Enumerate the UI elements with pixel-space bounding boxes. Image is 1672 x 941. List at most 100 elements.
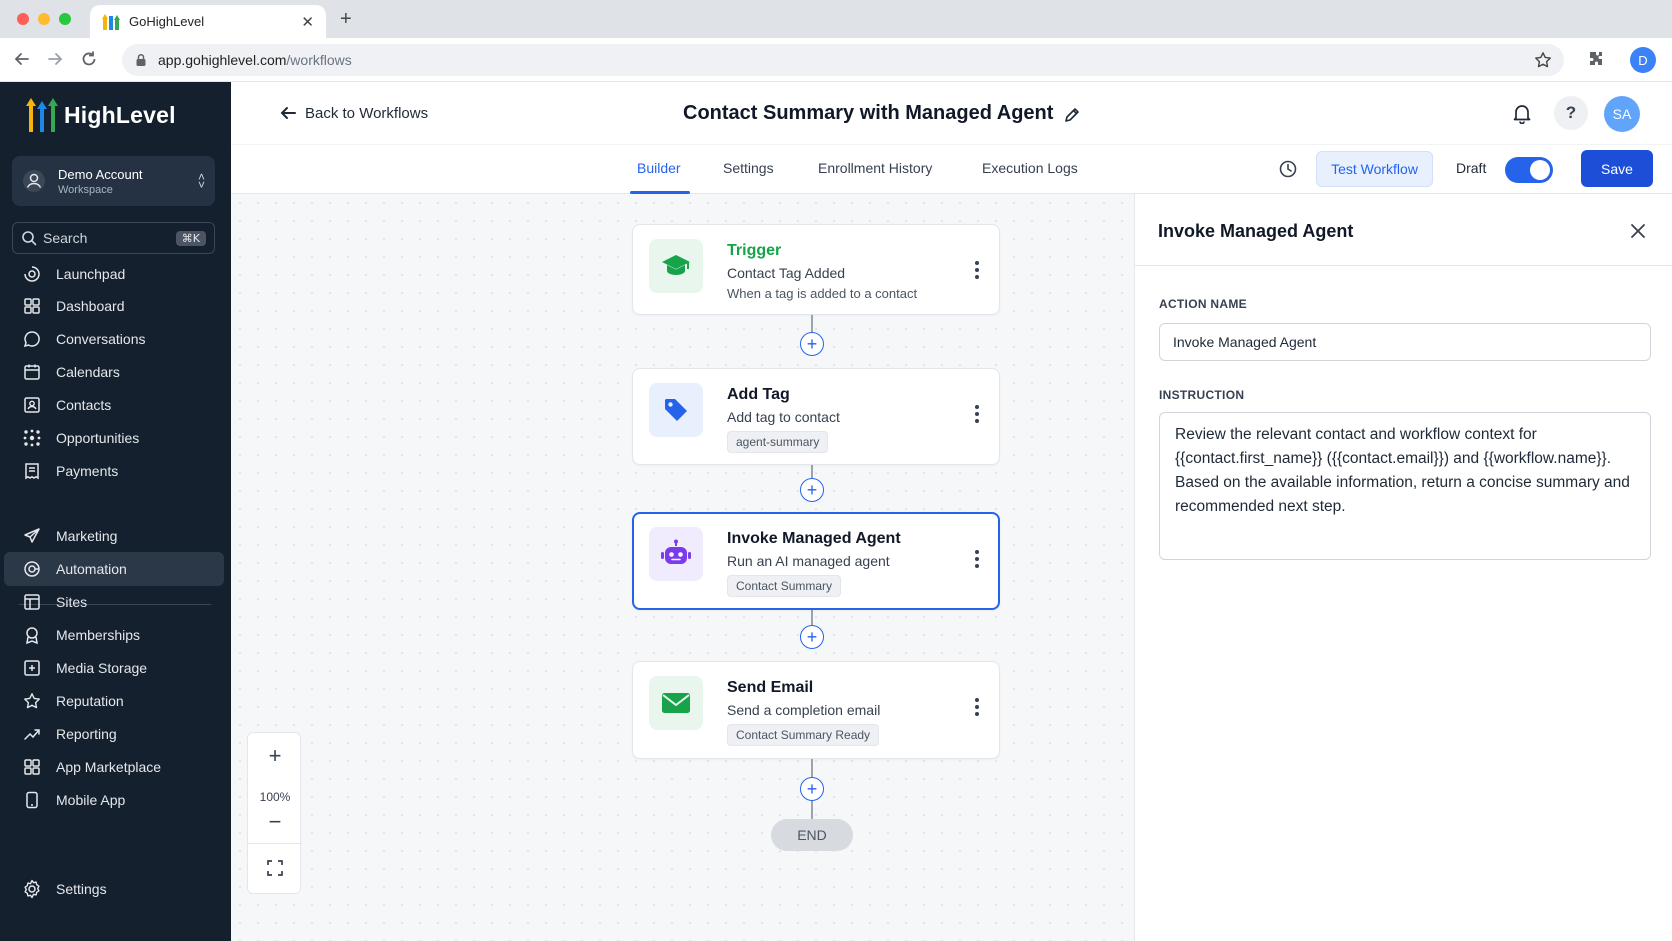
sidebar-item-media-storage[interactable]: Media Storage: [4, 651, 224, 685]
sidebar-item-label: Contacts: [56, 397, 112, 413]
test-workflow-button[interactable]: Test Workflow: [1316, 151, 1433, 187]
question-icon: ?: [1565, 103, 1577, 122]
add-tag-node[interactable]: Add Tag Add tag to contact agent-summary: [632, 368, 1000, 465]
action-name-input[interactable]: [1159, 323, 1651, 361]
sidebar: HighLevel Demo Account Workspace ˄ ˅ Sear…: [0, 82, 231, 941]
mail-icon: [649, 676, 703, 730]
tab-execution-logs[interactable]: Execution Logs: [982, 160, 1078, 176]
extensions-puzzle-icon[interactable]: [1586, 49, 1606, 69]
brand-name: HighLevel: [64, 101, 176, 128]
browser-tab[interactable]: GoHighLevel ✕: [90, 5, 326, 38]
more-options-icon[interactable]: [975, 550, 979, 568]
node-subtitle: Run an AI managed agent: [727, 553, 890, 569]
chat-icon: [22, 329, 42, 349]
new-tab-icon[interactable]: +: [340, 8, 352, 31]
send-icon: [22, 526, 42, 546]
highlevel-logo-icon: [26, 98, 58, 132]
user-avatar[interactable]: SA: [1604, 96, 1640, 132]
sidebar-item-mobile-app[interactable]: Mobile App: [4, 783, 224, 817]
publish-toggle[interactable]: [1505, 157, 1553, 183]
sidebar-item-label: Launchpad: [56, 266, 126, 282]
automation-icon: [22, 559, 42, 579]
chevron-updown-icon: ˄ ˅: [197, 170, 205, 192]
clock-history-icon[interactable]: [1278, 159, 1298, 179]
sidebar-item-sites[interactable]: Sites: [4, 585, 224, 619]
node-subtitle: Add tag to contact: [727, 409, 840, 425]
add-step-button[interactable]: +: [800, 625, 824, 649]
tag-chip: agent-summary: [727, 431, 829, 453]
tab-builder[interactable]: Builder: [637, 160, 681, 176]
sidebar-search[interactable]: Search ⌘K: [12, 222, 215, 254]
close-window-button[interactable]: [17, 13, 29, 25]
sidebar-item-label: Memberships: [56, 627, 141, 643]
zoom-out-button[interactable]: −: [248, 809, 302, 835]
tab-close-icon[interactable]: ✕: [301, 13, 314, 31]
back-to-workflows-link[interactable]: Back to Workflows: [279, 104, 428, 122]
fit-screen-icon[interactable]: [266, 859, 284, 877]
sidebar-item-marketing[interactable]: Marketing: [4, 519, 224, 553]
sidebar-item-label: Reputation: [56, 693, 124, 709]
sidebar-item-label: Dashboard: [56, 298, 125, 314]
trigger-node[interactable]: Trigger Contact Tag Added When a tag is …: [632, 224, 1000, 315]
contacts-icon: [22, 395, 42, 415]
star-icon: [22, 691, 42, 711]
url-field[interactable]: app.gohighlevel.com/workflows: [122, 44, 1564, 76]
tab-enrollment-history[interactable]: Enrollment History: [818, 160, 932, 176]
calendar-icon: [22, 362, 42, 382]
sidebar-item-label: Automation: [56, 561, 127, 577]
node-title: Add Tag: [727, 386, 790, 403]
more-options-icon[interactable]: [975, 405, 979, 423]
highlevel-logo-icon: [102, 13, 120, 30]
add-step-button[interactable]: +: [800, 332, 824, 356]
minimize-window-button[interactable]: [38, 13, 50, 25]
address-bar: app.gohighlevel.com/workflows D: [0, 38, 1672, 82]
instruction-textarea[interactable]: Review the relevant contact and workflow…: [1159, 412, 1651, 560]
opportunities-icon: [22, 428, 42, 448]
add-step-button[interactable]: +: [800, 777, 824, 801]
more-options-icon[interactable]: [975, 698, 979, 716]
zoom-divider: [248, 843, 302, 844]
close-icon[interactable]: [1629, 222, 1647, 240]
sidebar-item-label: App Marketplace: [56, 759, 162, 775]
node-title: Trigger: [727, 242, 782, 259]
sidebar-item-calendars[interactable]: Calendars: [4, 355, 224, 389]
sidebar-item-label: Media Storage: [56, 660, 148, 676]
invoke-managed-agent-node[interactable]: Invoke Managed Agent Run an AI managed a…: [632, 512, 1000, 610]
sidebar-item-memberships[interactable]: Memberships: [4, 618, 224, 652]
sites-icon: [22, 592, 42, 612]
email-chip: Contact Summary Ready: [727, 724, 880, 746]
send-email-node[interactable]: Send Email Send a completion email Conta…: [632, 661, 1000, 759]
sidebar-item-reputation[interactable]: Reputation: [4, 684, 224, 718]
account-switcher[interactable]: Demo Account Workspace ˄ ˅: [12, 156, 215, 206]
sidebar-item-reporting[interactable]: Reporting: [4, 717, 224, 751]
sidebar-item-automation[interactable]: Automation: [4, 552, 224, 586]
sidebar-item-settings[interactable]: Settings: [4, 872, 224, 906]
sidebar-item-label: Calendars: [56, 364, 120, 380]
help-button[interactable]: ?: [1554, 96, 1588, 130]
sidebar-item-launchpad[interactable]: Launchpad: [4, 257, 224, 291]
sidebar-item-conversations[interactable]: Conversations: [4, 322, 224, 356]
forward-arrow-icon[interactable]: [44, 48, 66, 70]
sidebar-item-label: Payments: [56, 463, 119, 479]
edit-pencil-icon[interactable]: [1063, 106, 1081, 124]
node-subtitle: Send a completion email: [727, 702, 881, 718]
save-button[interactable]: Save: [1581, 150, 1653, 187]
sidebar-item-payments[interactable]: Payments: [4, 454, 224, 488]
bell-icon[interactable]: [1511, 102, 1533, 124]
zoom-in-button[interactable]: +: [248, 743, 302, 769]
sidebar-item-contacts[interactable]: Contacts: [4, 388, 224, 422]
maximize-window-button[interactable]: [59, 13, 71, 25]
reload-icon[interactable]: [78, 48, 100, 70]
browser-profile-avatar[interactable]: D: [1630, 47, 1656, 73]
sidebar-item-opportunities[interactable]: Opportunities: [4, 421, 224, 455]
tab-settings[interactable]: Settings: [723, 160, 774, 176]
bookmark-star-icon[interactable]: [1534, 51, 1552, 69]
back-arrow-icon[interactable]: [11, 48, 33, 70]
sidebar-item-app-marketplace[interactable]: App Marketplace: [4, 750, 224, 784]
more-options-icon[interactable]: [975, 261, 979, 279]
brand-logo[interactable]: HighLevel: [26, 98, 176, 132]
workflow-canvas[interactable]: Trigger Contact Tag Added When a tag is …: [231, 194, 1134, 941]
arrow-left-icon: [280, 107, 296, 119]
sidebar-item-dashboard[interactable]: Dashboard: [4, 289, 224, 323]
add-step-button[interactable]: +: [800, 478, 824, 502]
